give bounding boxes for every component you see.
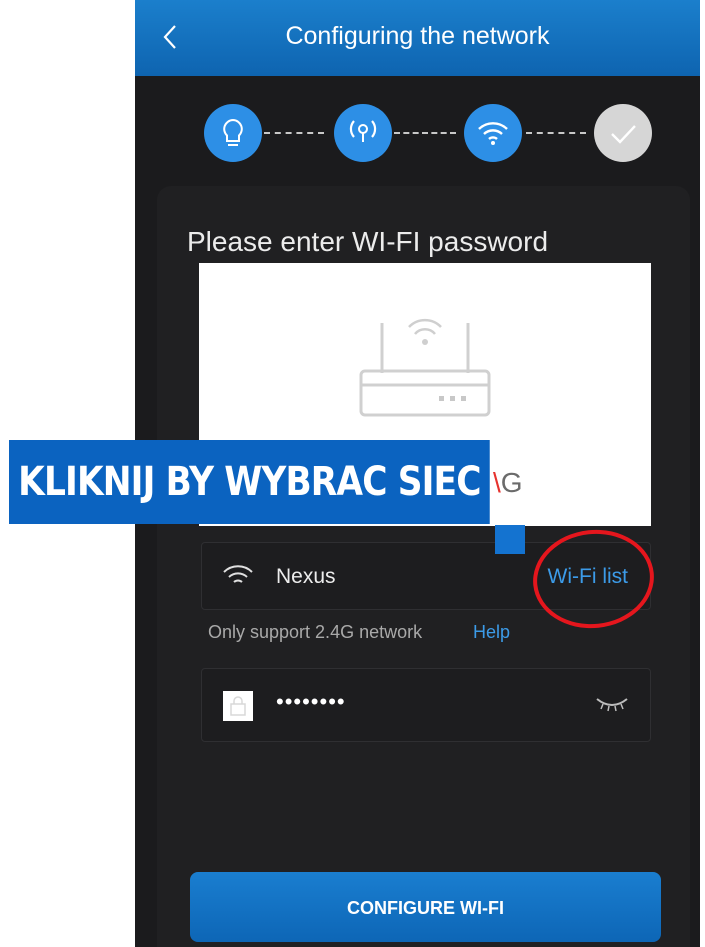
progress-steps [204, 104, 652, 162]
checkmark-icon [611, 125, 636, 144]
form-prompt: Please enter WI-FI password [187, 226, 549, 257]
page-title: Configuring the network [285, 22, 550, 50]
password-value: •••••••• [276, 689, 346, 714]
step-connector [526, 132, 586, 134]
eye-closed-icon[interactable] [594, 693, 630, 713]
broadcast-icon [349, 120, 377, 142]
wifi-ssid: Nexus [276, 565, 336, 588]
step-2 [334, 104, 392, 162]
password-field[interactable]: •••••••• [201, 668, 651, 742]
wifi-icon [478, 122, 508, 145]
partial-label: \G [493, 467, 523, 498]
lock-icon [223, 691, 253, 721]
step-connector [264, 132, 324, 134]
banner-marker [495, 525, 525, 554]
step-connector [394, 132, 456, 134]
instruction-banner: KLIKNIJ BY WYBRAC SIEC [9, 440, 490, 524]
top-bar: Configuring the network [135, 0, 700, 76]
lightbulb-icon [223, 118, 243, 146]
help-link[interactable]: Help [473, 622, 510, 643]
configure-wifi-button[interactable]: CONFIGURE WI-FI [190, 872, 661, 942]
step-4 [594, 104, 652, 162]
step-3 [464, 104, 522, 162]
support-note: Only support 2.4G network [208, 622, 423, 642]
step-1 [204, 104, 262, 162]
wifi-icon [223, 565, 253, 583]
